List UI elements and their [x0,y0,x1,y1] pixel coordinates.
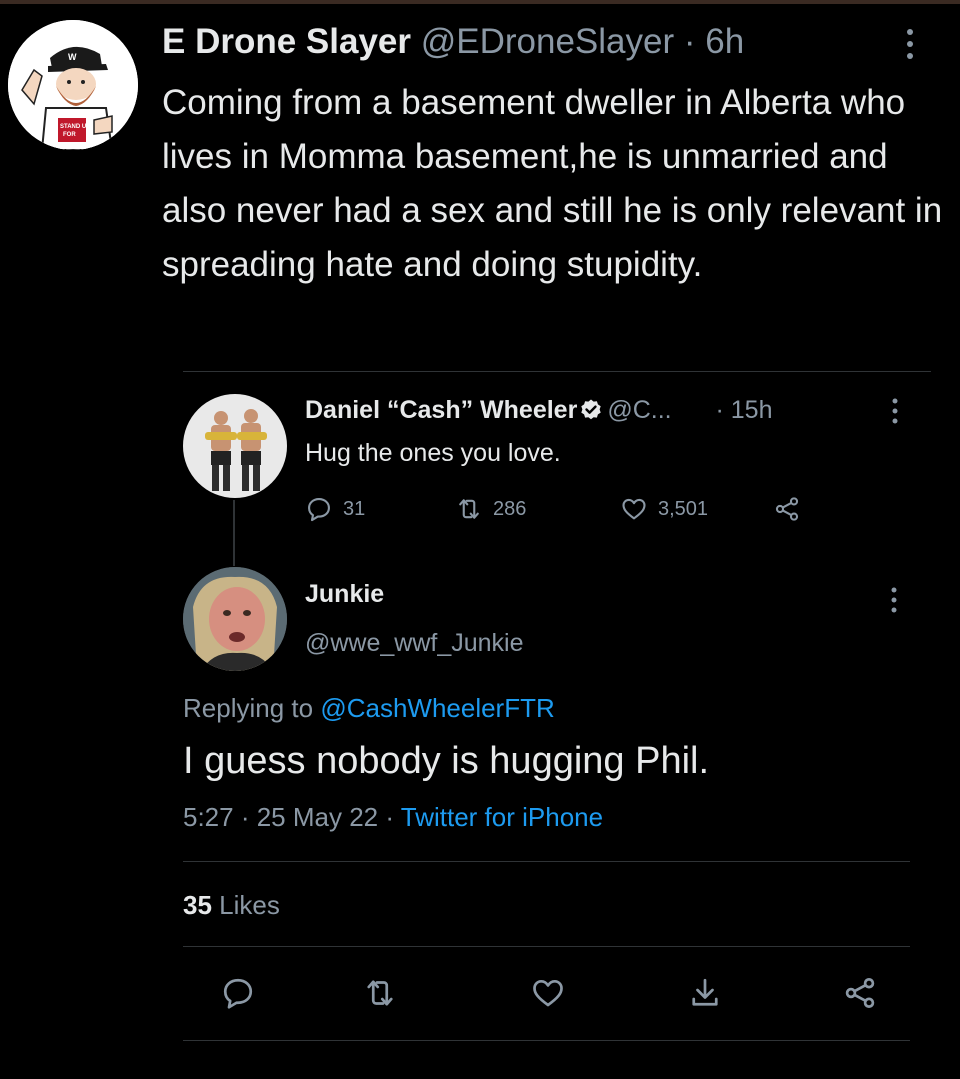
quoted-timestamp[interactable]: 15h [731,396,773,424]
share-nodes-icon [845,978,875,1008]
reply-button[interactable] [213,968,263,1018]
divider [183,371,931,372]
timestamp[interactable]: 6h [705,22,744,61]
share-via-button[interactable] [835,968,885,1018]
separator: · [715,396,724,424]
divider [183,946,910,947]
action-bar [183,968,910,1018]
divider [183,1040,910,1041]
likes-count: 35 [183,890,212,920]
retweet-count: 286 [493,497,527,520]
quoted-header: Daniel “Cash” Wheeler @C... · 15h [305,393,905,427]
avatar[interactable]: W STAND UP FOR [8,20,138,150]
quoted-author-name[interactable]: Daniel “Cash” Wheeler [305,396,577,424]
quoted-action-bar: 31 286 3,501 [305,492,825,526]
client-link[interactable]: Twitter for iPhone [401,802,603,832]
thread-connector [233,500,235,566]
avatar-photo [183,394,287,498]
more-vertical-icon[interactable] [886,585,902,615]
avatar[interactable] [183,567,287,671]
likes-summary[interactable]: 35 Likes [183,890,280,921]
divider [183,861,910,862]
like-button[interactable]: 3,501 [620,492,708,526]
author-handle[interactable]: @EDroneSlayer [421,22,674,61]
top-border [0,0,960,4]
share-icon [692,978,718,1006]
reply-text: I guess nobody is hugging Phil. [183,740,710,782]
quoted-author-handle[interactable]: @C... [607,396,671,424]
more-vertical-icon[interactable] [900,26,920,62]
retweet-button[interactable] [355,968,405,1018]
quoted-text: Hug the ones you love. [305,439,561,467]
tweet-meta: 5:27 · 25 May 22 · Twitter for iPhone [183,802,603,833]
svg-text:FOR: FOR [63,132,76,138]
replying-prefix: Replying to [183,693,314,723]
likes-label: Likes [219,890,280,920]
svg-text:W: W [68,52,77,62]
more-vertical-icon[interactable] [887,396,903,426]
reply-button[interactable]: 31 [305,492,365,526]
tweet-text: Coming from a basement dweller in Albert… [162,83,943,284]
tweet-header: E Drone Slayer @EDroneSlayer · 6h [162,20,902,64]
retweet-icon [367,980,393,1006]
like-count: 3,501 [658,497,709,520]
share-button[interactable] [680,968,730,1018]
replying-to: Replying to @CashWheelerFTR [183,693,555,724]
retweet-icon [459,499,479,519]
reply-author-name[interactable]: Junkie [305,580,384,609]
reply-count: 31 [343,497,366,520]
reply-icon [223,978,253,1009]
replying-mention-link[interactable]: @CashWheelerFTR [320,693,554,723]
like-icon [533,979,563,1007]
author-name[interactable]: E Drone Slayer [162,22,411,61]
retweet-button[interactable]: 286 [455,492,526,526]
like-button[interactable] [523,968,573,1018]
share-nodes-icon [775,497,799,521]
reply-author-handle[interactable]: @wwe_wwf_Junkie [305,629,524,658]
avatar-illustration: W STAND UP FOR [8,20,138,150]
reply-timestamp[interactable]: 5:27 · 25 May 22 · [183,802,394,832]
reply-icon [308,498,330,522]
like-icon [622,498,646,520]
separator: · [683,22,696,61]
share-button[interactable] [773,492,801,526]
svg-text:STAND UP: STAND UP [60,124,90,130]
verified-badge-icon [581,399,602,420]
avatar[interactable] [183,394,287,498]
avatar-photo [183,567,287,671]
